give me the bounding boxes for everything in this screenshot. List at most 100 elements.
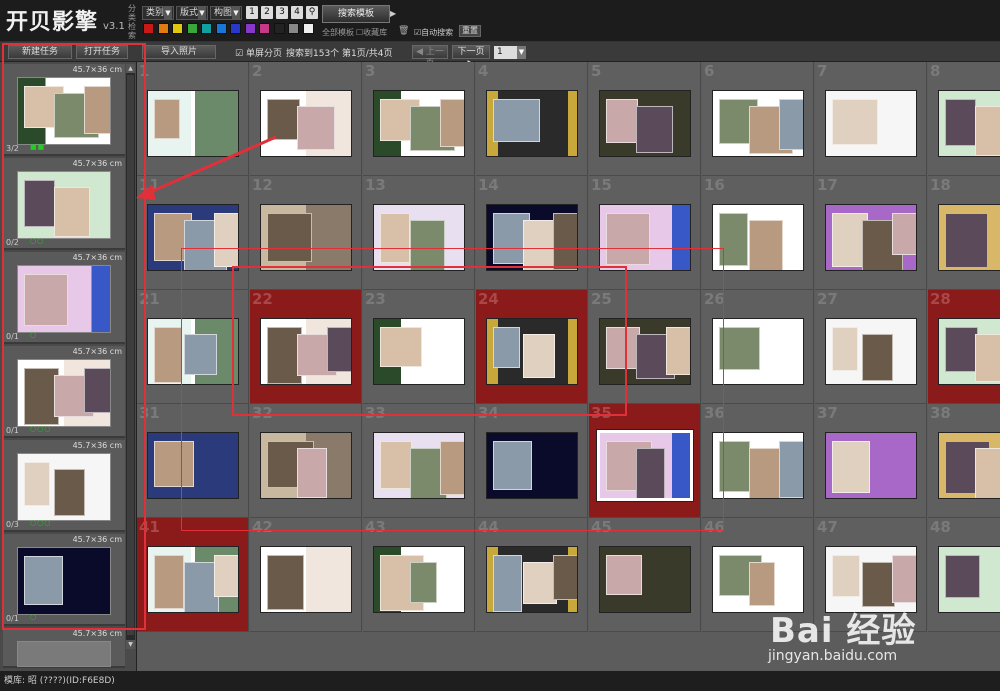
- task-thumbnail[interactable]: [17, 171, 111, 239]
- template-thumbnail[interactable]: [825, 204, 917, 271]
- template-thumbnail[interactable]: [599, 318, 691, 385]
- color-swatch[interactable]: [215, 23, 227, 34]
- template-cell[interactable]: 16: [702, 176, 814, 290]
- template-thumbnail[interactable]: [147, 432, 239, 499]
- prev-page-button[interactable]: ◀ 上一页: [412, 45, 448, 69]
- template-thumbnail[interactable]: [599, 546, 691, 613]
- template-thumbnail[interactable]: [938, 204, 1000, 271]
- all-templates-option[interactable]: 全部模板: [322, 27, 354, 38]
- template-thumbnail[interactable]: [825, 90, 917, 157]
- search-template-button[interactable]: 搜索模板: [322, 5, 390, 23]
- template-cell[interactable]: 45: [589, 518, 701, 632]
- template-cell[interactable]: 32: [250, 404, 362, 518]
- template-cell[interactable]: 2: [250, 62, 362, 176]
- template-thumbnail[interactable]: [373, 204, 465, 271]
- template-thumbnail[interactable]: [938, 90, 1000, 157]
- template-thumbnail[interactable]: [938, 546, 1000, 613]
- color-swatch[interactable]: [302, 23, 314, 34]
- template-cell[interactable]: 11: [137, 176, 249, 290]
- template-cell[interactable]: 42: [250, 518, 362, 632]
- template-cell[interactable]: 1: [137, 62, 249, 176]
- task-thumbnail[interactable]: [17, 547, 111, 615]
- page-select[interactable]: 1 ▼: [494, 46, 526, 59]
- color-swatch[interactable]: [259, 23, 270, 34]
- template-thumbnail[interactable]: [373, 90, 465, 157]
- template-cell[interactable]: 25: [589, 290, 701, 404]
- chevron-right-icon[interactable]: ▶: [390, 9, 396, 18]
- template-cell[interactable]: 22: [250, 290, 362, 404]
- template-thumbnail[interactable]: [599, 90, 691, 157]
- template-cell[interactable]: 28: [928, 290, 1000, 404]
- task-thumbnail[interactable]: [17, 359, 111, 427]
- template-cell[interactable]: 23: [363, 290, 475, 404]
- template-cell[interactable]: 43: [363, 518, 475, 632]
- template-cell[interactable]: 15: [589, 176, 701, 290]
- template-thumbnail[interactable]: [712, 90, 804, 157]
- color-swatch[interactable]: [273, 23, 285, 34]
- task-item[interactable]: 45.7×36 cm 0/3 ○○○: [3, 440, 125, 532]
- template-cell[interactable]: 41: [137, 518, 249, 632]
- template-thumbnail[interactable]: [260, 90, 352, 157]
- task-thumbnail[interactable]: [17, 453, 111, 521]
- template-thumbnail[interactable]: [486, 318, 578, 385]
- template-thumbnail[interactable]: [825, 318, 917, 385]
- single-page-checkbox[interactable]: ☑ 单屏分页: [235, 46, 282, 59]
- template-thumbnail[interactable]: [486, 90, 578, 157]
- layout-dropdown[interactable]: 版式 ▼: [176, 6, 208, 20]
- scroll-down-icon[interactable]: ▼: [126, 640, 135, 649]
- next-page-button[interactable]: 下一页 ▶: [452, 45, 490, 69]
- color-swatch[interactable]: [230, 23, 241, 34]
- color-swatch[interactable]: [186, 23, 198, 34]
- template-cell[interactable]: 18: [928, 176, 1000, 290]
- template-cell[interactable]: 7: [815, 62, 927, 176]
- color-swatch[interactable]: [143, 23, 154, 34]
- template-thumbnail[interactable]: [486, 546, 578, 613]
- template-thumbnail[interactable]: [486, 432, 578, 499]
- composition-dropdown[interactable]: 构图 ▼: [210, 6, 242, 20]
- template-thumbnail[interactable]: [712, 204, 804, 271]
- template-thumbnail[interactable]: [486, 204, 578, 271]
- template-thumbnail[interactable]: [825, 432, 917, 499]
- task-thumbnail[interactable]: [17, 265, 111, 333]
- task-item[interactable]: 45.7×36 cm 0/1 ○: [3, 534, 125, 626]
- template-cell[interactable]: 26: [702, 290, 814, 404]
- template-thumbnail[interactable]: [260, 432, 352, 499]
- template-cell[interactable]: 13: [363, 176, 475, 290]
- color-swatch[interactable]: [172, 23, 183, 34]
- auto-search-checkbox[interactable]: ☑自动搜索: [414, 27, 453, 38]
- task-thumbnail[interactable]: [17, 77, 111, 145]
- new-task-button[interactable]: 新建任务: [8, 45, 72, 59]
- template-thumbnail[interactable]: [147, 318, 239, 385]
- photo-count-3-button[interactable]: 3: [276, 6, 288, 19]
- template-thumbnail[interactable]: [147, 90, 239, 157]
- scroll-up-icon[interactable]: ▲: [126, 64, 135, 73]
- photo-count-4-button[interactable]: 4: [291, 6, 303, 19]
- template-cell[interactable]: 35: [589, 404, 701, 518]
- scroll-thumb[interactable]: [127, 75, 134, 635]
- open-task-button[interactable]: 打开任务: [76, 45, 128, 59]
- template-cell[interactable]: 12: [250, 176, 362, 290]
- task-item[interactable]: 45.7×36 cm 0/2 ○○: [3, 158, 125, 250]
- template-cell[interactable]: 5: [589, 62, 701, 176]
- template-thumbnail[interactable]: [712, 318, 804, 385]
- task-item[interactable]: 45.7×36 cm 0/1 ○○○: [3, 346, 125, 438]
- template-cell[interactable]: 38: [928, 404, 1000, 518]
- template-thumbnail[interactable]: [147, 204, 239, 271]
- template-cell[interactable]: 48: [928, 518, 1000, 632]
- template-cell[interactable]: 6: [702, 62, 814, 176]
- reset-button[interactable]: 重置: [459, 25, 481, 37]
- template-cell[interactable]: 21: [137, 290, 249, 404]
- template-thumbnail[interactable]: [373, 546, 465, 613]
- task-thumbnail[interactable]: [17, 641, 111, 667]
- template-cell[interactable]: 31: [137, 404, 249, 518]
- template-cell[interactable]: 44: [476, 518, 588, 632]
- template-thumbnail[interactable]: [599, 204, 691, 271]
- favorites-checkbox[interactable]: ☐收藏库: [356, 27, 387, 38]
- template-thumbnail[interactable]: [938, 318, 1000, 385]
- task-item[interactable]: 45.7×36 cm: [3, 628, 125, 668]
- template-thumbnail[interactable]: [373, 432, 465, 499]
- color-swatch[interactable]: [244, 23, 256, 34]
- template-thumbnail[interactable]: [260, 318, 352, 385]
- template-cell[interactable]: 4: [476, 62, 588, 176]
- template-thumbnail[interactable]: [596, 429, 694, 502]
